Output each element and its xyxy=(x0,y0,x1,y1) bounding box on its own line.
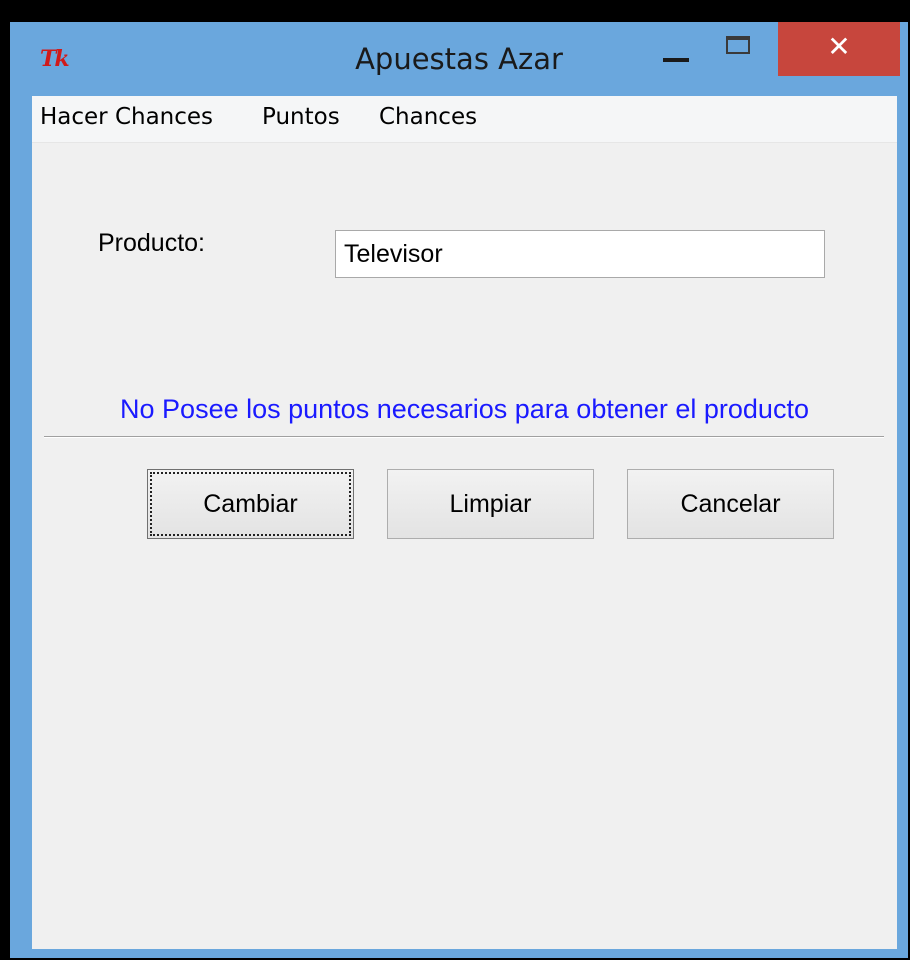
menu-bar: Hacer Chances Puntos Chances xyxy=(32,96,897,143)
maximize-icon xyxy=(726,36,750,54)
app-window: Tk Apuestas Azar ✕ Hacer Chances Puntos … xyxy=(10,22,908,958)
cancelar-button[interactable]: Cancelar xyxy=(627,469,834,539)
separator xyxy=(44,436,884,438)
window-title: Apuestas Azar xyxy=(355,42,563,76)
minimize-icon xyxy=(663,58,689,62)
menu-chances[interactable]: Chances xyxy=(379,104,477,130)
limpiar-button[interactable]: Limpiar xyxy=(387,469,594,539)
producto-label: Producto: xyxy=(98,229,206,257)
title-bar[interactable]: Tk Apuestas Azar ✕ xyxy=(10,22,908,96)
menu-puntos[interactable]: Puntos xyxy=(262,104,340,130)
status-message: No Posee los puntos necesarios para obte… xyxy=(120,394,809,424)
client-area: Hacer Chances Puntos Chances Producto: N… xyxy=(32,96,897,949)
close-icon: ✕ xyxy=(827,30,851,63)
producto-input[interactable] xyxy=(335,230,825,278)
minimize-button[interactable] xyxy=(645,22,703,80)
close-button[interactable]: ✕ xyxy=(778,22,900,76)
menu-hacer-chances[interactable]: Hacer Chances xyxy=(40,104,213,130)
screen-top-strip xyxy=(0,0,910,22)
maximize-button[interactable] xyxy=(708,22,766,80)
cambiar-button[interactable]: Cambiar xyxy=(147,469,354,539)
